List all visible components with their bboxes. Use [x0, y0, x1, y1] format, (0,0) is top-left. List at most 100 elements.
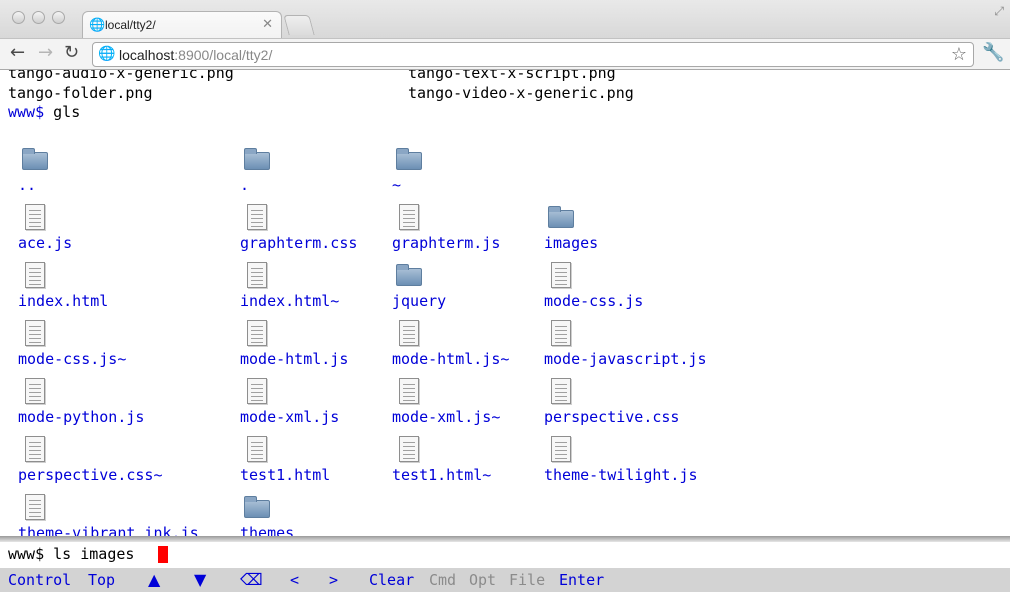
left-key[interactable]: < — [290, 571, 299, 589]
file-name[interactable]: ace.js — [18, 234, 72, 252]
folder-icon — [22, 146, 48, 172]
file-name[interactable]: index.html~ — [240, 292, 339, 310]
file-item[interactable]: ace.js — [18, 204, 218, 260]
file-item[interactable]: theme-twilight.js — [544, 436, 744, 492]
prompt: www$ — [8, 103, 45, 121]
folder-shape — [396, 264, 422, 286]
file-name[interactable]: mode-xml.js~ — [392, 408, 500, 426]
file-item[interactable]: index.html — [18, 262, 218, 318]
folder-icon — [244, 146, 270, 172]
command-input-line[interactable]: www$ ls images — [8, 545, 134, 563]
file-item[interactable]: perspective.css — [544, 378, 744, 434]
file-item[interactable]: mode-css.js~ — [18, 320, 218, 376]
document-icon — [22, 494, 48, 520]
file-item[interactable]: mode-javascript.js — [544, 320, 744, 376]
file-name[interactable]: mode-css.js~ — [18, 350, 126, 368]
file-item[interactable]: mode-python.js — [18, 378, 218, 434]
document-shape — [247, 378, 267, 404]
document-icon — [22, 320, 48, 346]
file-name[interactable]: .. — [18, 176, 36, 194]
zoom-window-button[interactable] — [52, 11, 65, 24]
file-item[interactable]: mode-css.js — [544, 262, 744, 318]
file-name[interactable]: mode-html.js~ — [392, 350, 509, 368]
file-name[interactable]: images — [544, 234, 598, 252]
tab-strip: 🌐 local/tty2/ ✕ ⤢ — [0, 0, 1010, 39]
file-name[interactable]: test1.html~ — [392, 466, 491, 484]
document-icon — [548, 320, 574, 346]
star-icon[interactable]: ☆ — [951, 44, 967, 65]
back-arrow-icon[interactable]: ← — [10, 42, 25, 64]
command-input[interactable]: ls images — [53, 545, 134, 563]
globe-icon: 🌐 — [98, 46, 116, 62]
file-name[interactable]: ~ — [392, 176, 401, 194]
browser-tab[interactable]: 🌐 local/tty2/ ✕ — [82, 11, 282, 39]
document-icon — [548, 262, 574, 288]
document-shape — [551, 262, 571, 288]
browser-toolbar: ← → ↻ 🌐 localhost:8900/local/tty2/ ☆ 🔧 — [0, 38, 1010, 70]
file-name[interactable]: graphterm.js — [392, 234, 500, 252]
file-name[interactable]: test1.html — [240, 466, 330, 484]
document-shape — [551, 320, 571, 346]
wrench-icon[interactable]: 🔧 — [982, 42, 1004, 63]
output-line-right: tango-video-x-generic.png — [408, 84, 634, 102]
reload-icon[interactable]: ↻ — [64, 42, 79, 64]
file-name[interactable]: index.html — [18, 292, 108, 310]
folder-item[interactable]: themes — [240, 494, 440, 538]
file-item[interactable]: perspective.css~ — [18, 436, 218, 492]
clear-key[interactable]: Clear — [369, 571, 414, 589]
file-name[interactable]: graphterm.css — [240, 234, 357, 252]
folder-icon — [244, 494, 270, 520]
fullscreen-icon[interactable]: ⤢ — [994, 4, 1004, 19]
forward-arrow-icon[interactable]: → — [38, 42, 53, 64]
control-key[interactable]: Control — [8, 571, 71, 589]
document-icon — [22, 262, 48, 288]
document-shape — [247, 320, 267, 346]
file-name[interactable]: mode-html.js — [240, 350, 348, 368]
file-name[interactable]: perspective.css~ — [18, 466, 163, 484]
cmd-key[interactable]: Cmd — [429, 571, 456, 589]
up-arrow-icon[interactable]: ▲ — [148, 571, 160, 589]
new-tab-button[interactable] — [283, 15, 315, 35]
file-name[interactable]: mode-python.js — [18, 408, 144, 426]
file-key[interactable]: File — [509, 571, 545, 589]
file-name[interactable]: mode-css.js — [544, 292, 643, 310]
file-name[interactable]: mode-javascript.js — [544, 350, 707, 368]
document-icon — [22, 436, 48, 462]
prompt-line: www$ gls — [8, 103, 80, 121]
globe-icon: 🌐 — [89, 18, 106, 33]
opt-key[interactable]: Opt — [469, 571, 496, 589]
output-line-left: tango-folder.png — [8, 84, 153, 102]
address-bar[interactable]: 🌐 localhost:8900/local/tty2/ ☆ — [92, 42, 974, 67]
document-icon — [22, 204, 48, 230]
document-icon — [22, 378, 48, 404]
file-name[interactable]: theme-twilight.js — [544, 466, 698, 484]
file-name[interactable]: jquery — [392, 292, 446, 310]
terminal-output: tango-audio-x-generic.png tango-text-x-s… — [0, 70, 1010, 538]
top-key[interactable]: Top — [88, 571, 115, 589]
output-line-left: tango-audio-x-generic.png — [8, 70, 234, 82]
folder-item[interactable]: ~ — [392, 146, 592, 202]
file-name[interactable]: mode-xml.js — [240, 408, 339, 426]
enter-key[interactable]: Enter — [559, 571, 604, 589]
document-icon — [244, 320, 270, 346]
document-shape — [25, 320, 45, 346]
document-icon — [548, 378, 574, 404]
close-tab-icon[interactable]: ✕ — [262, 17, 273, 32]
command-line[interactable]: www$ ls images — [0, 542, 1010, 566]
right-key[interactable]: > — [329, 571, 338, 589]
document-shape — [25, 378, 45, 404]
backspace-icon[interactable]: ⌫ — [240, 571, 263, 589]
url-text: localhost:8900/local/tty2/ — [119, 47, 272, 63]
file-name[interactable]: . — [240, 176, 249, 194]
document-shape — [25, 494, 45, 520]
document-shape — [551, 436, 571, 462]
folder-shape — [548, 206, 574, 228]
file-item[interactable]: theme-vibrant_ink.js — [18, 494, 218, 538]
minimize-window-button[interactable] — [32, 11, 45, 24]
file-name[interactable]: perspective.css — [544, 408, 679, 426]
folder-item[interactable]: .. — [18, 146, 218, 202]
folder-item[interactable]: images — [544, 204, 744, 260]
text-cursor — [158, 546, 168, 563]
down-arrow-icon[interactable]: ▼ — [194, 571, 206, 589]
close-window-button[interactable] — [12, 11, 25, 24]
